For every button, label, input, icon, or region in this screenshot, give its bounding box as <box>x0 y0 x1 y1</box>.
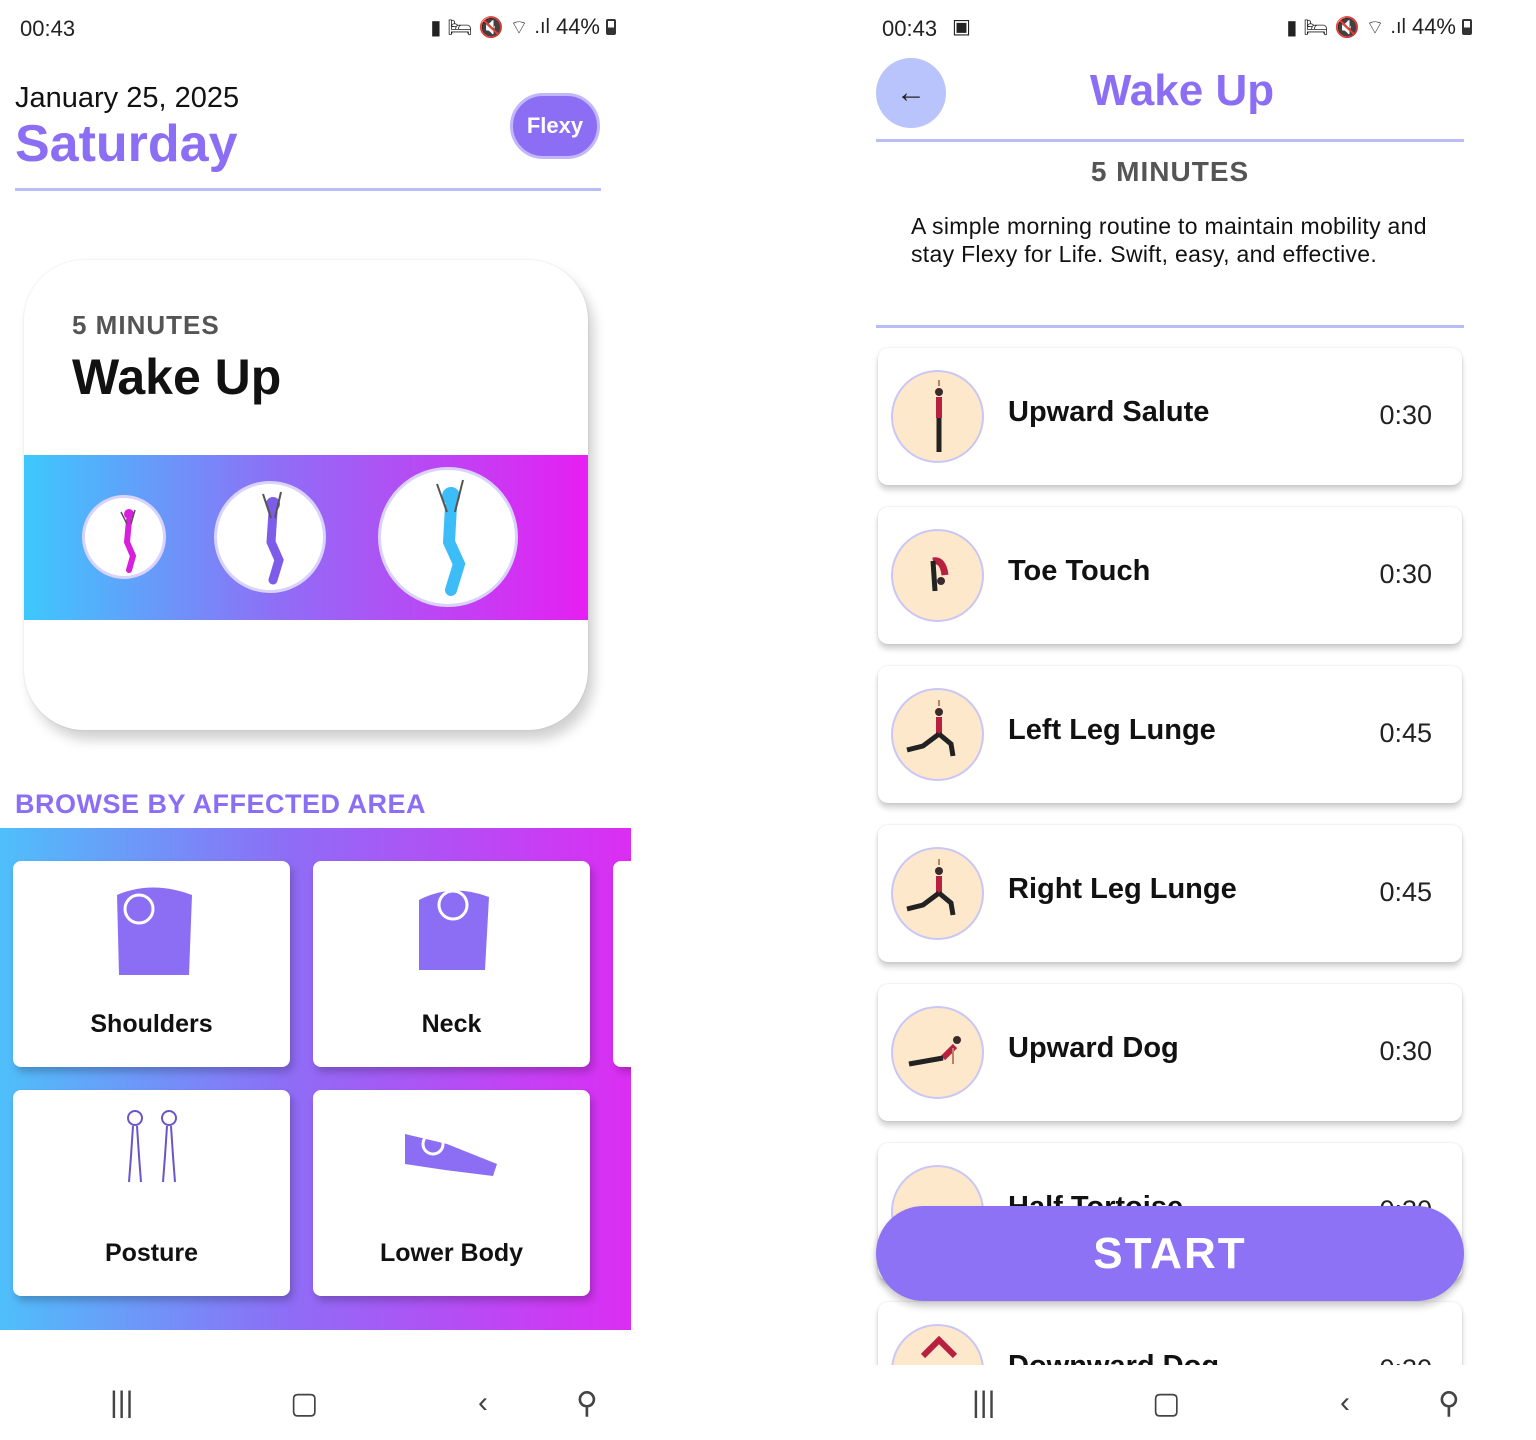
routine-banner <box>24 455 588 620</box>
status-icons: ▮ 🛏 🔇 ⌔ .ıl 44% <box>1286 14 1472 40</box>
area-card-partial[interactable] <box>613 861 631 1067</box>
routine-duration: 5 MINUTES <box>72 310 220 340</box>
status-time: 00:43 <box>20 16 76 41</box>
posture-icon <box>126 1110 177 1183</box>
area-card-neck[interactable]: Neck <box>313 861 590 1067</box>
battery-percent: 44% <box>555 14 600 39</box>
upward-dog-pose-icon <box>908 1036 961 1067</box>
alarm-icon: ▮ <box>430 16 442 39</box>
exercise-duration: 0:30 <box>1379 400 1432 430</box>
exercise-item[interactable]: Right Leg Lunge 0:45 <box>878 825 1462 962</box>
header-divider <box>876 139 1464 142</box>
area-label: Shoulders <box>90 1010 213 1038</box>
exercise-duration: 0:30 <box>1379 1036 1432 1066</box>
battery-icon <box>1462 19 1472 35</box>
lunge-pose-icon <box>906 700 956 757</box>
accessibility-icon[interactable]: ⚲ <box>1438 1386 1460 1421</box>
standing-pose-icon <box>935 380 943 452</box>
header-divider <box>15 188 601 191</box>
neck-icon <box>418 889 489 970</box>
sleep-icon: 🛏 <box>1303 16 1329 39</box>
description-divider <box>876 325 1464 328</box>
exercise-item[interactable]: Upward Salute 0:30 <box>878 348 1462 485</box>
browse-title: BROWSE BY AFFECTED AREA <box>15 789 427 819</box>
exercise-thumbnail <box>891 688 984 781</box>
pose-illustration-large <box>378 467 518 607</box>
day-title: Saturday <box>15 115 238 173</box>
stretch-figure-icon <box>120 509 137 573</box>
area-label: Lower Body <box>379 1239 524 1267</box>
battery-percent: 44% <box>1411 14 1456 39</box>
wifi-icon: ⌔ <box>1365 16 1385 39</box>
mute-icon: 🔇 <box>1334 16 1360 39</box>
exercise-name: Right Leg Lunge <box>1008 873 1237 905</box>
signal-icon: .ıl <box>534 15 550 38</box>
home-icon[interactable]: ▢ <box>290 1386 318 1421</box>
exercise-item[interactable]: Toe Touch 0:30 <box>878 507 1462 644</box>
area-card-shoulders[interactable]: Shoulders <box>13 861 290 1067</box>
system-nav-bar: ||| ▢ ‹ ⚲ <box>862 1372 1502 1432</box>
routine-description: A simple morning routine to maintain mob… <box>911 213 1427 267</box>
home-screen: 00:43 ▮ 🛏 🔇 ⌔ .ıl 44% January 25, 2025 S… <box>0 0 646 1440</box>
routine-detail-screen: 00:43 ▣ ▮ 🛏 🔇 ⌔ .ıl 44% ← Wake Up 5 MINU… <box>862 0 1502 1440</box>
stretch-figure-icon <box>436 479 466 596</box>
area-card-lower-body[interactable]: Lower Body <box>313 1090 590 1296</box>
exercise-name: Downward Dog <box>1008 1350 1219 1365</box>
back-nav-icon[interactable]: ‹ <box>478 1386 488 1420</box>
home-icon[interactable]: ▢ <box>1152 1386 1180 1421</box>
wifi-icon: ⌔ <box>509 16 529 39</box>
exercise-name: Upward Dog <box>1008 1032 1179 1064</box>
exercise-thumbnail <box>891 370 984 463</box>
exercise-name: Left Leg Lunge <box>1008 714 1216 746</box>
pose-illustration-medium <box>214 481 326 593</box>
pose-illustration-small <box>82 495 166 579</box>
date-label: January 25, 2025 <box>15 82 240 114</box>
area-label: Posture <box>104 1239 199 1267</box>
routine-duration: 5 MINUTES <box>1090 156 1250 187</box>
lunge-pose-icon <box>906 859 956 916</box>
exercise-duration: 0:45 <box>1379 877 1432 907</box>
exercise-name: Upward Salute <box>1008 396 1210 428</box>
flexy-button[interactable]: Flexy <box>510 93 600 159</box>
downward-dog-pose-icon <box>920 1335 958 1359</box>
stretch-figure-icon <box>262 491 284 585</box>
status-time: 00:43 <box>882 16 938 41</box>
exercise-duration: 0:30 <box>1379 1354 1432 1365</box>
area-grid: Shoulders Neck Posture Lower Body <box>0 828 631 1330</box>
system-nav-bar: ||| ▢ ‹ ⚲ <box>0 1372 646 1432</box>
exercise-duration: 0:45 <box>1379 718 1432 748</box>
exercise-name: Toe Touch <box>1008 555 1151 587</box>
exercise-thumbnail <box>891 1006 984 1099</box>
exercise-thumbnail <box>891 529 984 622</box>
signal-icon: .ıl <box>1390 15 1406 38</box>
area-label: Neck <box>421 1010 482 1038</box>
routine-title: Wake Up <box>1089 66 1275 115</box>
routine-card[interactable]: 5 MINUTES Wake Up <box>24 260 588 730</box>
area-card-posture[interactable]: Posture <box>13 1090 290 1296</box>
lower-body-icon <box>404 1132 497 1176</box>
exercise-item[interactable]: Left Leg Lunge 0:45 <box>878 666 1462 803</box>
image-notification-icon: ▣ <box>952 16 971 38</box>
exercise-item[interactable]: Downward Dog 0:30 <box>878 1302 1462 1365</box>
alarm-icon: ▮ <box>1286 16 1298 39</box>
recent-apps-icon[interactable]: ||| <box>972 1386 995 1420</box>
accessibility-icon[interactable]: ⚲ <box>576 1386 598 1421</box>
exercise-thumbnail <box>891 1324 984 1365</box>
exercise-item[interactable]: Upward Dog 0:30 <box>878 984 1462 1121</box>
sleep-icon: 🛏 <box>447 16 473 39</box>
exercise-duration: 0:30 <box>1379 559 1432 589</box>
exercise-thumbnail <box>891 847 984 940</box>
mute-icon: 🔇 <box>478 16 504 39</box>
status-icons: ▮ 🛏 🔇 ⌔ .ıl 44% <box>430 14 616 40</box>
back-nav-icon[interactable]: ‹ <box>1340 1386 1350 1420</box>
status-bar: 00:43 ▮ 🛏 🔇 ⌔ .ıl 44% <box>0 14 646 44</box>
routine-title: Wake Up <box>72 349 282 405</box>
forward-fold-pose-icon <box>930 557 949 592</box>
start-button[interactable]: START <box>876 1206 1464 1301</box>
recent-apps-icon[interactable]: ||| <box>110 1386 133 1420</box>
battery-icon <box>606 19 616 35</box>
status-bar: 00:43 ▣ ▮ 🛏 🔇 ⌔ .ıl 44% <box>862 14 1502 44</box>
shoulders-icon <box>116 887 192 975</box>
